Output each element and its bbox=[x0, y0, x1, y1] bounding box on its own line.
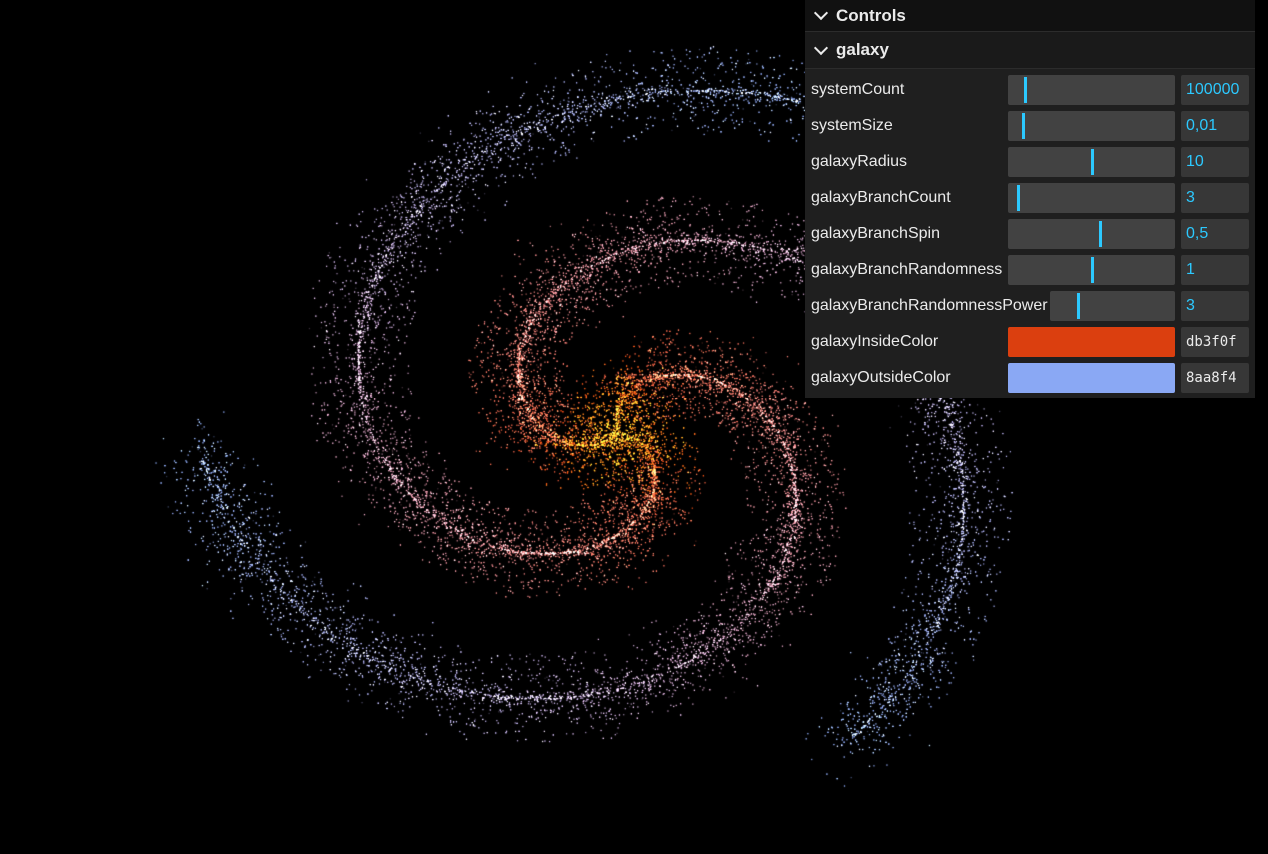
control-label: galaxyRadius bbox=[811, 153, 908, 170]
branch-randomness-power-slider[interactable] bbox=[1050, 291, 1175, 321]
controls-panel: Controls galaxy systemCount 100000 syste… bbox=[805, 0, 1255, 398]
outside-color-swatch[interactable] bbox=[1008, 363, 1175, 393]
slider-thumb[interactable] bbox=[1076, 293, 1080, 319]
branch-spin-slider[interactable] bbox=[1008, 219, 1175, 249]
control-branch-count: galaxyBranchCount 3 bbox=[805, 180, 1255, 216]
inside-color-swatch[interactable] bbox=[1008, 327, 1175, 357]
control-label: systemSize bbox=[811, 117, 893, 134]
system-count-slider[interactable] bbox=[1008, 75, 1175, 105]
branch-spin-input[interactable]: 0,5 bbox=[1181, 219, 1249, 249]
slider-thumb[interactable] bbox=[1098, 221, 1102, 247]
chevron-down-icon bbox=[813, 5, 829, 21]
control-branch-randomness: galaxyBranchRandomness 1 bbox=[805, 252, 1255, 288]
inside-color-hex-input[interactable]: db3f0f bbox=[1181, 327, 1249, 357]
control-label: galaxyBranchRandomnessPower bbox=[811, 297, 1048, 314]
branch-count-input[interactable]: 3 bbox=[1181, 183, 1249, 213]
branch-randomness-input[interactable]: 1 bbox=[1181, 255, 1249, 285]
control-label: systemCount bbox=[811, 81, 905, 98]
control-label: galaxyOutsideColor bbox=[811, 369, 951, 386]
control-system-size: systemSize 0,01 bbox=[805, 108, 1255, 144]
control-label: galaxyBranchCount bbox=[811, 189, 951, 206]
system-size-input[interactable]: 0,01 bbox=[1181, 111, 1249, 141]
control-label: galaxyInsideColor bbox=[811, 333, 939, 350]
system-count-input[interactable]: 100000 bbox=[1181, 75, 1249, 105]
control-galaxy-radius: galaxyRadius 10 bbox=[805, 144, 1255, 180]
chevron-down-icon bbox=[813, 40, 829, 55]
control-outside-color: galaxyOutsideColor 8aa8f4 bbox=[805, 360, 1255, 396]
slider-thumb[interactable] bbox=[1090, 149, 1094, 175]
slider-thumb[interactable] bbox=[1023, 77, 1027, 103]
control-label: galaxyBranchRandomness bbox=[811, 261, 1003, 278]
branch-randomness-slider[interactable] bbox=[1008, 255, 1175, 285]
control-branch-spin: galaxyBranchSpin 0,5 bbox=[805, 216, 1255, 252]
slider-thumb[interactable] bbox=[1090, 257, 1094, 283]
branch-count-slider[interactable] bbox=[1008, 183, 1175, 213]
slider-thumb[interactable] bbox=[1022, 113, 1026, 139]
system-size-slider[interactable] bbox=[1008, 111, 1175, 141]
galaxy-folder-header[interactable]: galaxy bbox=[805, 32, 1255, 69]
controls-title-bar[interactable]: Controls bbox=[805, 0, 1255, 32]
branch-randomness-power-input[interactable]: 3 bbox=[1181, 291, 1249, 321]
galaxy-controls: systemCount 100000 systemSize 0,01 galax… bbox=[805, 69, 1255, 396]
control-system-count: systemCount 100000 bbox=[805, 72, 1255, 108]
controls-title: Controls bbox=[836, 5, 906, 25]
control-label: galaxyBranchSpin bbox=[811, 225, 940, 242]
folder-title: galaxy bbox=[836, 40, 889, 59]
outside-color-hex-input[interactable]: 8aa8f4 bbox=[1181, 363, 1249, 393]
control-inside-color: galaxyInsideColor db3f0f bbox=[805, 324, 1255, 360]
control-branch-randomness-power: galaxyBranchRandomnessPower 3 bbox=[805, 288, 1255, 324]
slider-thumb[interactable] bbox=[1017, 185, 1021, 211]
galaxy-radius-input[interactable]: 10 bbox=[1181, 147, 1249, 177]
galaxy-radius-slider[interactable] bbox=[1008, 147, 1175, 177]
